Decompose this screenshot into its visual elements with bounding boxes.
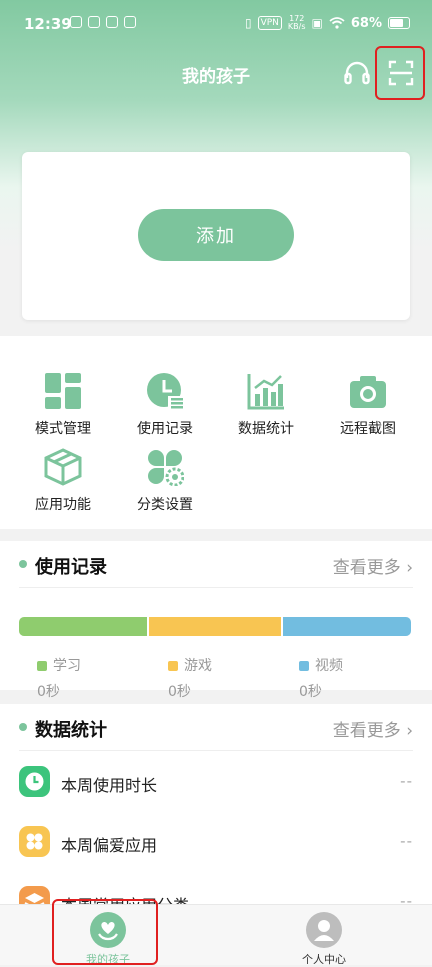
feature-label: 远程截图 (340, 421, 396, 437)
clock-list-icon (147, 373, 184, 410)
view-more-label: 查看更多 (332, 558, 401, 578)
section-dot (19, 560, 27, 568)
nav-label: 个人中心 (302, 953, 346, 966)
usage-section-header: 使用记录 查看更多 › (0, 541, 432, 587)
stat-value: -- (400, 772, 413, 790)
vpn-badge: VPN (257, 16, 282, 30)
stat-value: -- (400, 832, 413, 850)
headset-icon[interactable] (342, 58, 372, 88)
clover-icon (19, 826, 50, 857)
legend-label: 游戏 (184, 658, 212, 674)
legend-game: 游戏 0秒 (168, 655, 212, 701)
legend-study: 学习 0秒 (37, 655, 81, 701)
feature-label: 应用功能 (35, 497, 91, 513)
section-dot (19, 723, 27, 731)
status-app-icons (70, 16, 136, 28)
view-more-link[interactable]: 查看更多 › (333, 553, 413, 578)
app-notification-icon (70, 16, 82, 28)
feature-label: 使用记录 (137, 421, 193, 437)
usage-record-section: 使用记录 查看更多 › 学习 0秒 游戏 0秒 视频 0秒 (0, 541, 432, 700)
feature-label: 模式管理 (35, 421, 91, 437)
chevron-right-icon: › (406, 721, 413, 741)
legend-swatch (168, 661, 178, 671)
sim-icon: ▣ (311, 16, 323, 30)
box-icon (44, 448, 82, 486)
speed-unit: KB/s (287, 22, 306, 31)
add-button[interactable]: 添加 (138, 209, 294, 261)
feature-usage-record[interactable]: 使用记录 (115, 372, 215, 438)
chevron-right-icon: › (406, 558, 413, 578)
clover-gear-icon (148, 450, 184, 486)
usage-bar-segment-game (147, 617, 281, 636)
legend-value: 0秒 (168, 684, 191, 700)
vibrate-icon: ▯ (244, 16, 252, 30)
wifi-icon (329, 17, 345, 29)
clock-icon (19, 766, 50, 797)
legend-swatch (37, 661, 47, 671)
legend-swatch (299, 661, 309, 671)
feature-data-stats[interactable]: 数据统计 (216, 372, 316, 438)
status-bar: 12:39 ▯ VPN 172 KB/s ▣ 68% (0, 0, 432, 46)
legend-label: 学习 (53, 658, 81, 674)
section-title: 数据统计 (35, 720, 107, 741)
app-notification-icon (124, 16, 136, 28)
stat-label: 本周偏爱应用 (61, 836, 158, 855)
feature-app-functions[interactable]: 应用功能 (13, 448, 113, 514)
section-title: 使用记录 (35, 557, 107, 578)
stat-label: 本周使用时长 (61, 776, 158, 795)
network-speed: 172 KB/s (288, 15, 306, 31)
feature-category-settings[interactable]: 分类设置 (115, 448, 215, 514)
usage-bar-segment-study (19, 617, 148, 636)
legend-video: 视频 0秒 (299, 655, 343, 701)
usage-bar-segment-video (280, 617, 411, 636)
view-more-label: 查看更多 (332, 721, 401, 741)
feature-grid: 模式管理 使用记录 数据统计 远程截图 应用功能 分类设置 (0, 336, 432, 529)
status-time: 12:39 (24, 15, 72, 33)
battery-icon (388, 17, 410, 29)
app-notification-icon (88, 16, 100, 28)
stats-section-header: 数据统计 查看更多 › (0, 704, 432, 750)
person-icon (306, 912, 342, 948)
nav-personal-center[interactable]: 个人中心 (264, 905, 384, 966)
bottom-nav: 我的孩子 个人中心 (0, 899, 432, 966)
data-stats-section: 数据统计 查看更多 › 本周使用时长 -- 本周偏爱应用 -- 本周常用应用分类… (0, 704, 432, 917)
highlight-box-scan (375, 46, 425, 100)
legend-value: 0秒 (37, 684, 60, 700)
feature-mode-management[interactable]: 模式管理 (13, 372, 113, 438)
add-child-card: 添加 (22, 152, 410, 320)
feature-remote-screenshot[interactable]: 远程截图 (318, 372, 418, 438)
bar-chart-icon (247, 374, 284, 410)
grid-layout-icon (45, 373, 81, 409)
battery-percent: 68% (350, 15, 382, 31)
feature-label: 数据统计 (238, 421, 294, 437)
legend-label: 视频 (315, 658, 343, 674)
camera-icon (350, 376, 386, 408)
usage-bar (19, 617, 411, 636)
divider (19, 750, 413, 751)
stat-row-weekly-usage[interactable]: 本周使用时长 -- (0, 752, 432, 812)
stat-row-favorite-apps[interactable]: 本周偏爱应用 -- (0, 812, 432, 872)
status-right: ▯ VPN 172 KB/s ▣ 68% (245, 15, 410, 31)
feature-label: 分类设置 (137, 497, 193, 513)
highlight-box-nav (52, 899, 158, 965)
legend-value: 0秒 (299, 684, 322, 700)
app-notification-icon (106, 16, 118, 28)
divider (19, 587, 413, 588)
view-more-link[interactable]: 查看更多 › (333, 716, 413, 741)
